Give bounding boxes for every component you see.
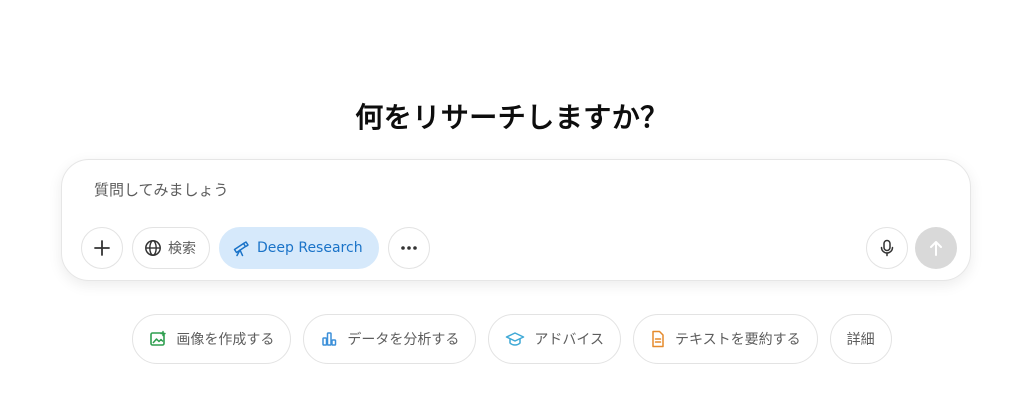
suggestion-label: 画像を作成する <box>176 332 275 348</box>
more-horizontal-icon <box>400 245 418 251</box>
search-label: 検索 <box>168 241 196 257</box>
suggestion-label: データを分析する <box>347 332 460 348</box>
arrow-up-icon <box>928 239 944 257</box>
suggestion-chips: 画像を作成する データを分析する アドバイス テキストを要約する 詳細 <box>0 314 1024 364</box>
page-title: 何をリサーチしますか？ <box>355 101 669 134</box>
suggestion-label: アドバイス <box>534 332 604 348</box>
suggestion-label: テキストを要約する <box>675 332 801 348</box>
suggestion-analyze-data[interactable]: データを分析する <box>303 314 477 364</box>
deep-research-button[interactable]: Deep Research <box>219 227 379 269</box>
send-button[interactable] <box>915 227 957 269</box>
more-options-button[interactable] <box>387 227 430 269</box>
deep-research-label: Deep Research <box>257 240 363 256</box>
prompt-input[interactable] <box>94 181 794 199</box>
suggestion-more[interactable]: 詳細 <box>829 314 892 364</box>
add-button[interactable] <box>81 227 123 269</box>
search-button[interactable]: 検索 <box>132 227 210 269</box>
image-icon <box>149 330 167 348</box>
microphone-icon <box>879 239 895 257</box>
suggestion-advice[interactable]: アドバイス <box>488 314 621 364</box>
globe-icon <box>144 239 162 257</box>
suggestion-create-image[interactable]: 画像を作成する <box>132 314 292 364</box>
suggestion-summarize-text[interactable]: テキストを要約する <box>633 314 818 364</box>
composer-toolbar: 検索 Deep Research <box>81 227 430 269</box>
graduation-cap-icon <box>505 330 525 348</box>
document-icon <box>650 330 666 348</box>
composer-actions <box>866 227 957 269</box>
bar-chart-icon <box>320 330 338 348</box>
plus-icon <box>93 239 111 257</box>
telescope-icon <box>232 239 250 257</box>
page: 何をリサーチしますか？ 検索 <box>0 0 1024 411</box>
composer: 検索 Deep Research <box>61 159 971 281</box>
suggestion-label: 詳細 <box>846 332 875 348</box>
voice-input-button[interactable] <box>866 227 908 269</box>
